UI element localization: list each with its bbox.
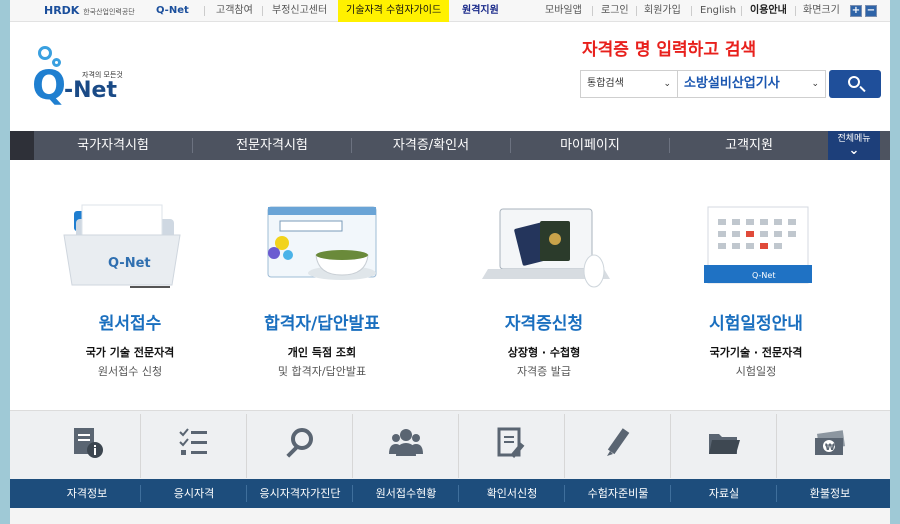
nav-mypage[interactable]: 마이페이지: [511, 131, 669, 160]
link-fraud-report[interactable]: 부정신고센터: [272, 0, 327, 22]
search-scope-select[interactable]: 통합검색 ⌄: [580, 70, 678, 98]
magnifier-icon: [286, 428, 313, 458]
quick-label[interactable]: 자격정보: [34, 479, 140, 508]
hrdk-logo[interactable]: HRDK 한국산업인력공단: [44, 0, 135, 22]
svg-text:Q-Net: Q-Net: [108, 256, 151, 271]
quick-eligibility[interactable]: [141, 412, 247, 480]
document-info-icon: [74, 428, 103, 458]
quick-application-status[interactable]: [353, 412, 459, 480]
search-input[interactable]: 소방설비산업기사 ⌄: [678, 70, 826, 98]
chevron-down-icon: ⌄: [663, 79, 671, 89]
folder-illustration-icon: Q-Net: [30, 195, 230, 295]
browser-teacup-illustration-icon: [222, 195, 422, 295]
service-desc: 및 합격자/답안발표: [277, 365, 367, 378]
money-icon: ₩: [815, 430, 845, 455]
link-usage-guide[interactable]: 이용안내: [750, 0, 787, 22]
link-english[interactable]: English: [700, 0, 736, 22]
service-results[interactable]: 합격자/답안발표 개인 득점 조회 및 합격자/답안발표: [222, 195, 422, 379]
service-title: 원서접수: [98, 314, 162, 334]
link-remote-support[interactable]: 원격지원: [456, 0, 505, 22]
service-sub: 국가 기술 전문자격: [85, 346, 175, 359]
service-title: 합격자/답안발표: [264, 314, 380, 334]
quick-menu-bar: 자격정보 응시자격 응시자격자가진단 원서접수현황 확인서신청 수험자준비물 자…: [10, 479, 890, 508]
service-certificate[interactable]: 자격증신청 상장형 · 수첩형 자격증 발급: [444, 195, 644, 379]
svg-text:₩: ₩: [825, 443, 835, 453]
service-application[interactable]: Q-Net 원서접수 국가 기술 전문자격 원서접수 신청: [30, 195, 230, 379]
quick-label[interactable]: 환불정보: [777, 479, 883, 508]
quick-label[interactable]: 원서접수현황: [353, 479, 459, 508]
search-button[interactable]: [829, 70, 881, 98]
all-menu-button[interactable]: 전체메뉴 ⌄: [828, 131, 880, 160]
service-sub: 개인 득점 조회: [287, 346, 357, 359]
quick-confirmation-request[interactable]: [459, 412, 565, 480]
zoom-in-button[interactable]: +: [850, 5, 862, 17]
quick-label[interactable]: 응시자격: [141, 479, 247, 508]
service-sub: 국가기술 · 전문자격: [709, 346, 803, 359]
chevron-down-icon: ⌄: [848, 143, 860, 158]
service-desc: 시험일정: [735, 365, 777, 378]
service-title: 자격증신청: [504, 314, 584, 334]
service-title: 시험일정안내: [709, 314, 803, 334]
logo-bubble-large: [38, 46, 52, 60]
link-signup[interactable]: 회원가입: [644, 0, 681, 22]
search-icon: [848, 76, 860, 88]
search-instruction-annotation: 자격증 명 입력하고 검색: [582, 35, 757, 60]
quick-label[interactable]: 확인서신청: [459, 479, 565, 508]
link-mobile-app[interactable]: 모바일앱: [545, 0, 582, 22]
page-bottom-strip: [10, 508, 890, 524]
screen-size-label: 화면크기: [803, 5, 840, 16]
nav-customer-support[interactable]: 고객지원: [670, 131, 828, 160]
service-desc: 원서접수 신청: [97, 365, 163, 378]
service-sub: 상장형 · 수첩형: [507, 346, 581, 359]
main-navigation: 국가자격시험 전문자격시험 자격증/확인서 마이페이지 고객지원: [10, 131, 890, 160]
quick-refund-info[interactable]: ₩: [777, 412, 883, 480]
checklist-icon: [179, 428, 207, 455]
quick-label[interactable]: 수험자준비물: [565, 479, 671, 508]
laptop-passport-illustration-icon: [444, 195, 644, 295]
quick-label[interactable]: 자료실: [671, 479, 777, 508]
edit-document-icon: [497, 427, 525, 459]
quick-eligibility-self-check[interactable]: [247, 412, 353, 480]
zoom-out-button[interactable]: −: [865, 5, 877, 17]
people-icon: [389, 429, 423, 456]
nav-certificate[interactable]: 자격증/확인서: [352, 131, 510, 160]
qnet-small-logo[interactable]: Q-Net: [156, 0, 189, 22]
top-utility-bar: HRDK 한국산업인력공단 Q-Net 고객참여 부정신고센터 기술자격 수험자…: [10, 0, 890, 22]
calendar-illustration-icon: Q-Net: [656, 195, 856, 295]
quick-label[interactable]: 응시자격자가진단: [247, 479, 353, 508]
quick-exam-supplies[interactable]: [565, 412, 671, 480]
quick-qualification-info[interactable]: [34, 412, 140, 480]
service-schedule[interactable]: Q-Net 시험일정안내 국가기술 · 전문자격 시험일정: [656, 195, 856, 379]
pen-icon: [607, 428, 630, 456]
link-customer-participation[interactable]: 고객참여: [216, 0, 253, 22]
chevron-down-icon: ⌄: [811, 79, 819, 89]
link-examinee-guide[interactable]: 기술자격 수험자가이드: [338, 0, 450, 22]
svg-text:Q-Net: Q-Net: [752, 271, 775, 280]
folder-icon: [709, 434, 740, 454]
qnet-logo[interactable]: 자격의 모든것 Q -Net: [32, 42, 142, 112]
service-desc: 자격증 발급: [516, 365, 572, 378]
link-login[interactable]: 로그인: [601, 0, 629, 22]
nav-national-exam[interactable]: 국가자격시험: [34, 131, 192, 160]
quick-resources[interactable]: [671, 412, 777, 480]
qnet-page: HRDK 한국산업인력공단 Q-Net 고객참여 부정신고센터 기술자격 수험자…: [10, 0, 890, 524]
nav-professional-exam[interactable]: 전문자격시험: [193, 131, 351, 160]
